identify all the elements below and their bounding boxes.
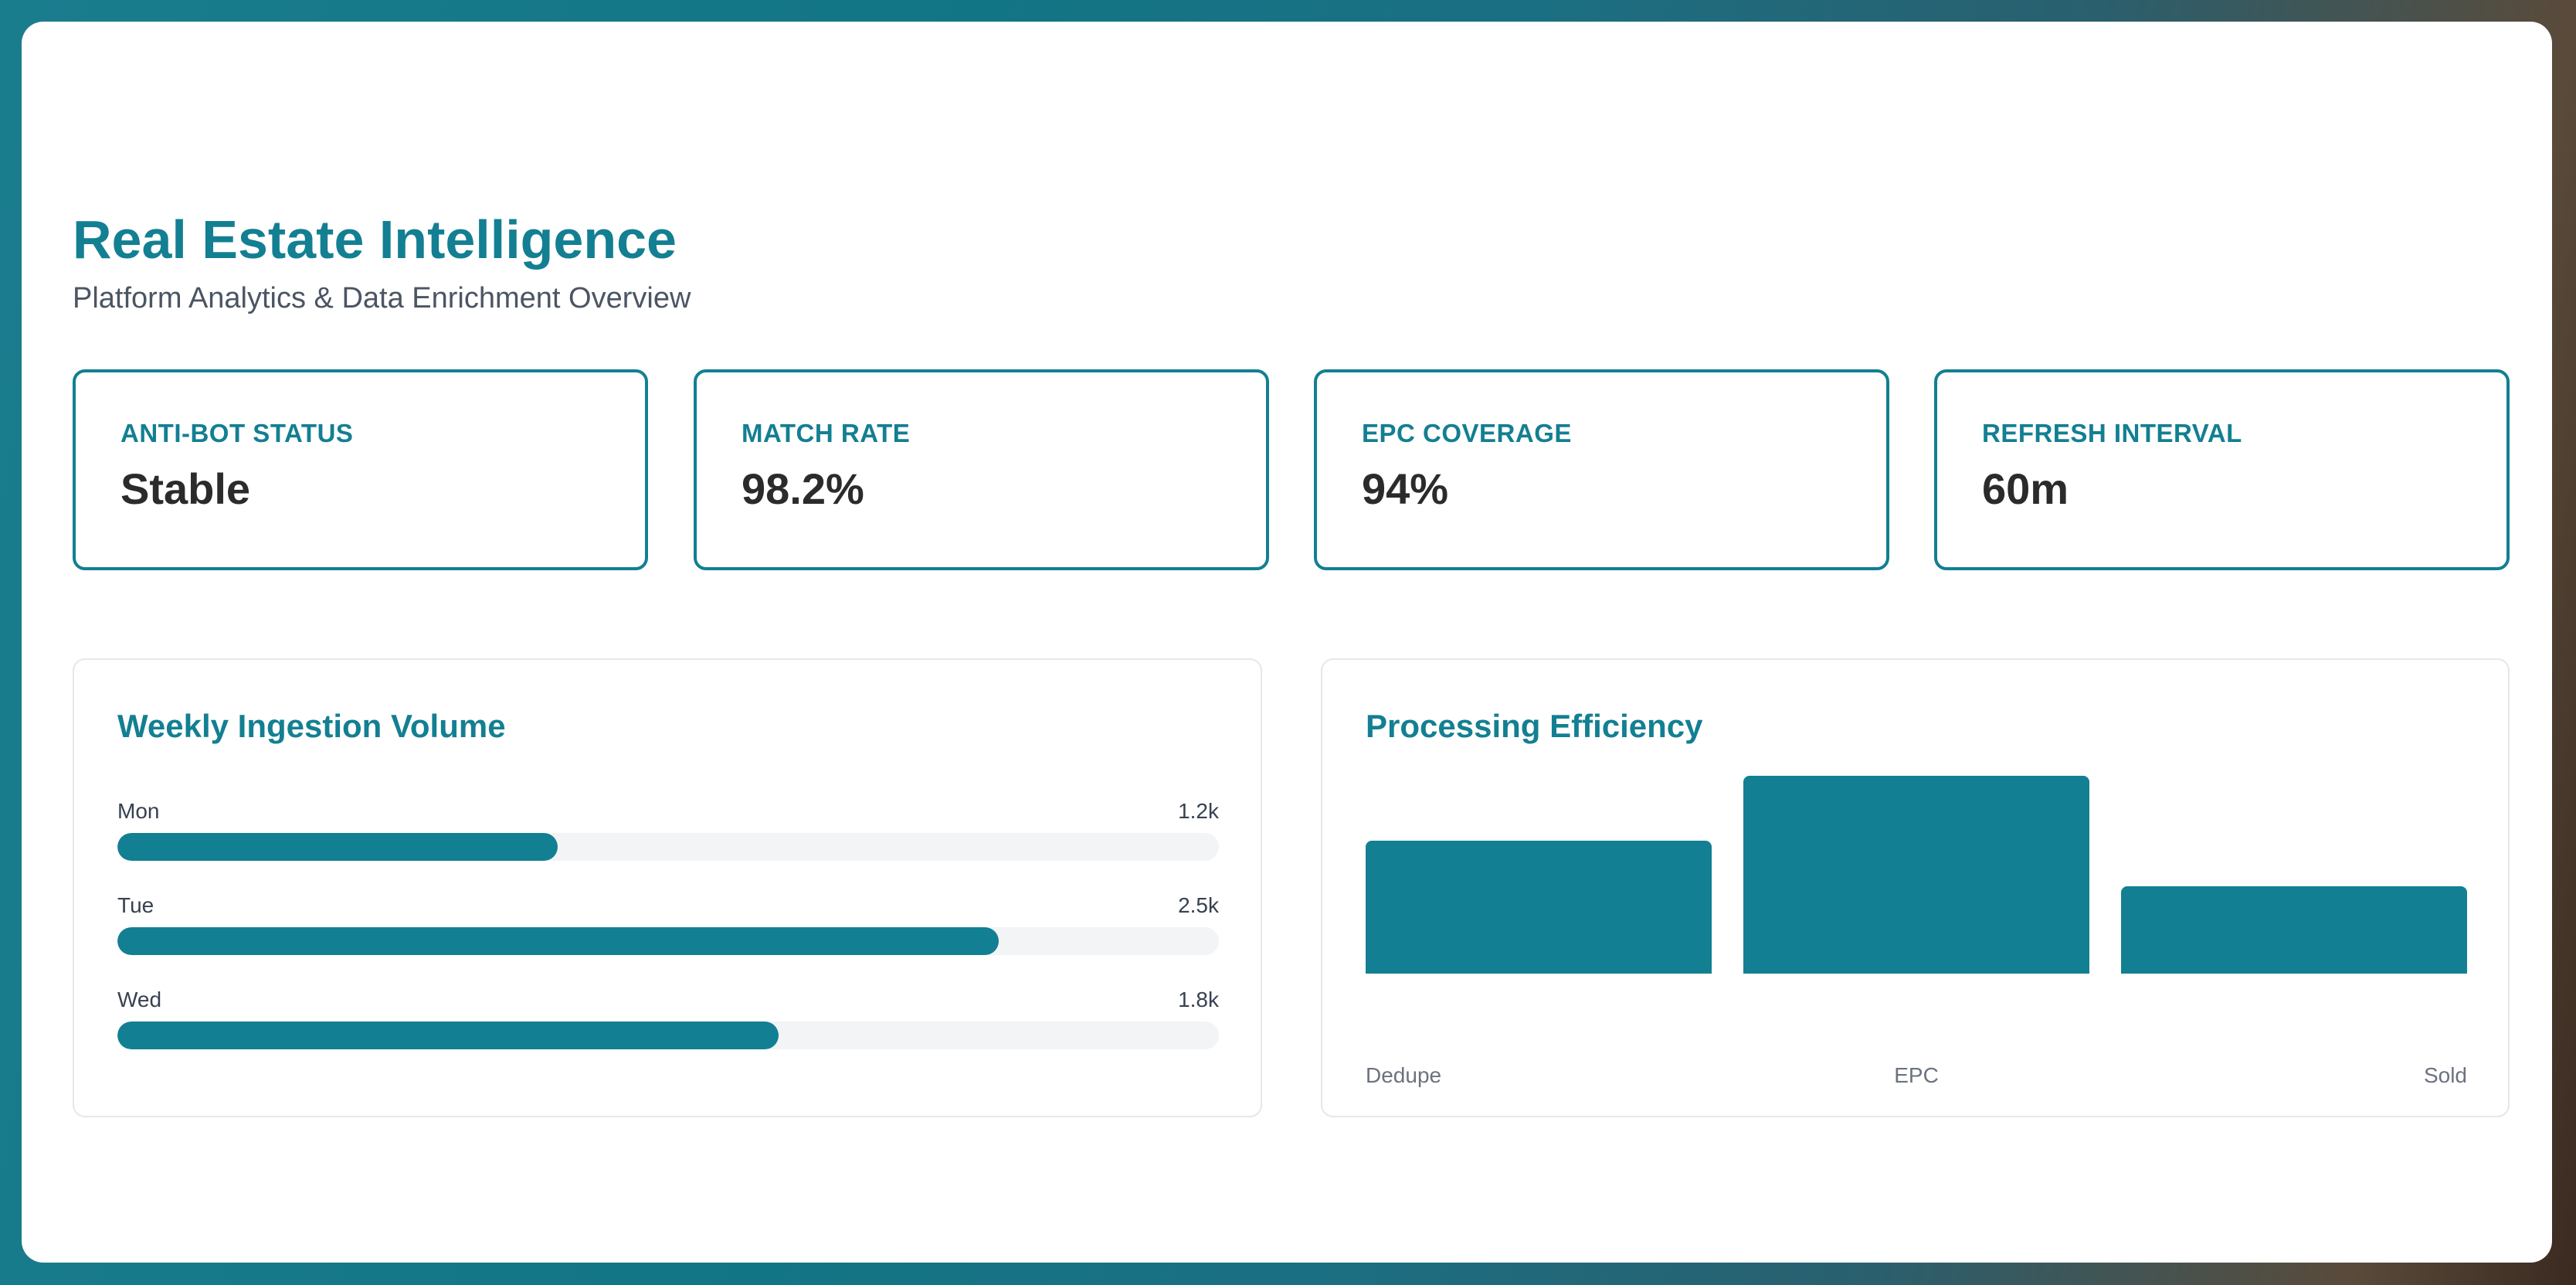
panel-title: Processing Efficiency xyxy=(1366,708,1703,744)
progress-fill xyxy=(117,927,999,955)
stat-card-anti-bot-status: ANTI-BOT STATUS Stable xyxy=(73,369,648,570)
efficiency-bar-sold xyxy=(2121,886,2467,974)
page-header: Real Estate Intelligence Platform Analyt… xyxy=(73,209,691,315)
stat-value: 94% xyxy=(1362,464,1449,513)
weekly-ingestion-panel: Weekly Ingestion Volume Mon 1.2k Tue 2.5… xyxy=(73,658,1262,1117)
ingestion-row-tue: Tue 2.5k xyxy=(117,893,1219,958)
progress-fill xyxy=(117,833,558,861)
panel-title: Weekly Ingestion Volume xyxy=(117,708,506,744)
stat-card-epc-coverage: EPC COVERAGE 94% xyxy=(1314,369,1889,570)
bar-value-label: 1.8k xyxy=(1178,988,1219,1011)
ingestion-row-wed: Wed 1.8k xyxy=(117,988,1219,1052)
page-subtitle: Platform Analytics & Data Enrichment Ove… xyxy=(73,282,691,314)
efficiency-bar-epc xyxy=(1743,776,2089,974)
efficiency-chart xyxy=(1366,776,2467,974)
ingestion-row-mon: Mon 1.2k xyxy=(117,799,1219,864)
progress-track xyxy=(117,1022,1219,1049)
bar-value-label: 1.2k xyxy=(1178,799,1219,823)
stat-label: MATCH RATE xyxy=(742,419,911,447)
stat-label: EPC COVERAGE xyxy=(1362,419,1572,447)
stat-label: ANTI-BOT STATUS xyxy=(120,419,354,447)
stat-value: Stable xyxy=(120,464,251,513)
processing-efficiency-panel: Processing Efficiency Dedupe EPC Sold xyxy=(1321,658,2510,1117)
efficiency-category-label: EPC xyxy=(1894,1063,1939,1087)
bar-day-label: Tue xyxy=(117,893,154,917)
efficiency-category-label: Dedupe xyxy=(1366,1063,1442,1087)
progress-track xyxy=(117,927,1219,955)
bar-day-label: Wed xyxy=(117,988,162,1011)
bar-day-label: Mon xyxy=(117,799,160,823)
progress-fill xyxy=(117,1022,779,1049)
stat-value: 60m xyxy=(1982,464,2069,513)
stat-card-match-rate: MATCH RATE 98.2% xyxy=(694,369,1269,570)
stat-card-refresh-interval: REFRESH INTERVAL 60m xyxy=(1934,369,2510,570)
bar-value-label: 2.5k xyxy=(1178,893,1219,917)
efficiency-bar-dedupe xyxy=(1366,841,1712,974)
stat-value: 98.2% xyxy=(742,464,864,513)
efficiency-category-label: Sold xyxy=(2423,1063,2467,1087)
page-title: Real Estate Intelligence xyxy=(73,209,677,270)
progress-track xyxy=(117,833,1219,861)
stat-label: REFRESH INTERVAL xyxy=(1982,419,2242,447)
dashboard-window: Real Estate Intelligence Platform Analyt… xyxy=(22,22,2552,1263)
